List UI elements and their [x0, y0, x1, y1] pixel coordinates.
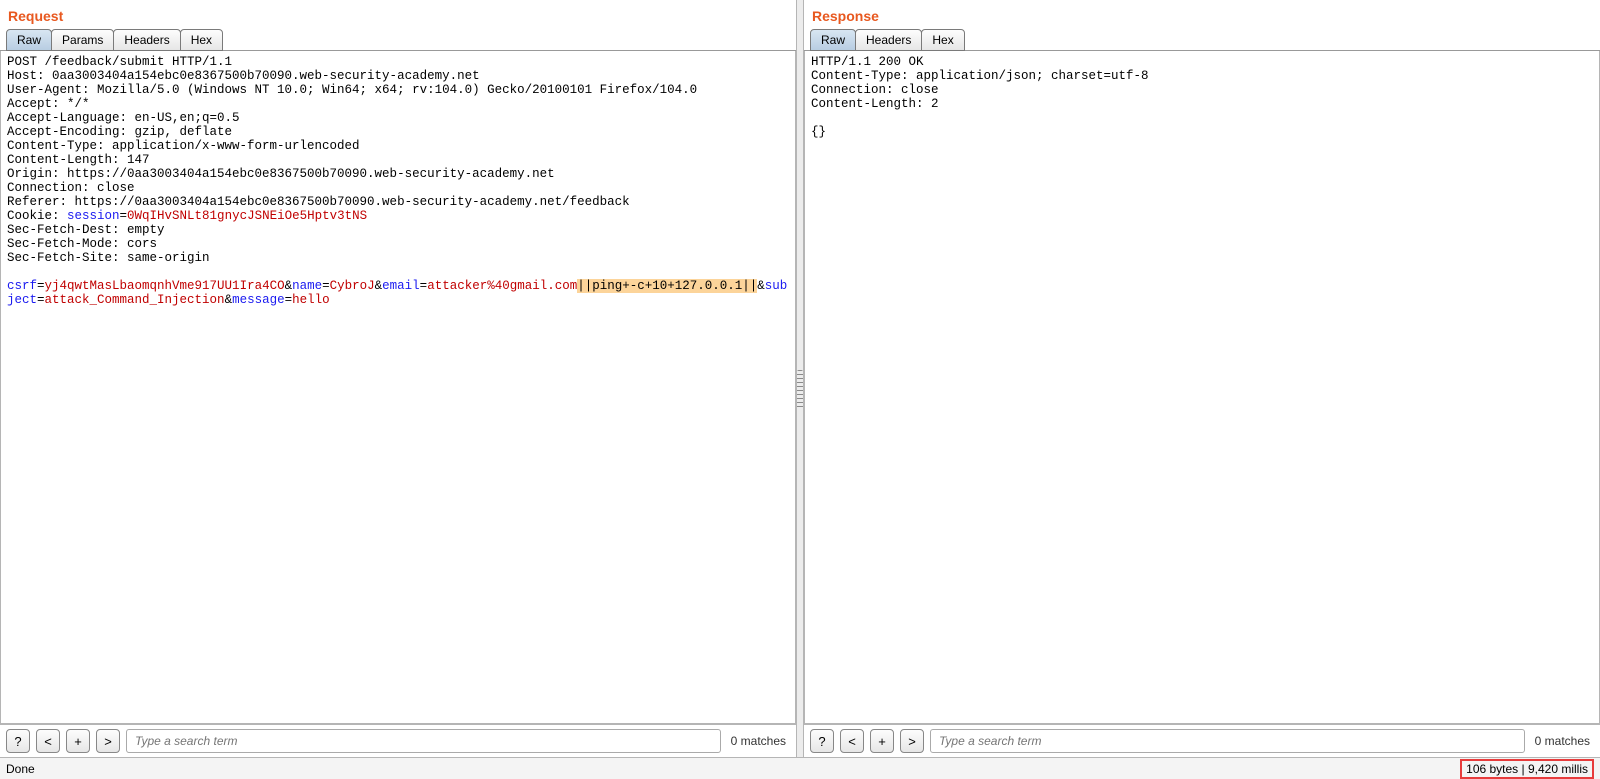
- status-left: Done: [6, 762, 35, 776]
- request-searchbar: ? < + > 0 matches: [0, 724, 796, 757]
- tab-headers[interactable]: Headers: [113, 29, 180, 51]
- cookie-value: 0WqIHvSNLt81gnycJSNEiOe5Hptv3tNS: [127, 209, 367, 223]
- request-editor[interactable]: POST /feedback/submit HTTP/1.1 Host: 0aa…: [1, 51, 795, 723]
- tab-hex[interactable]: Hex: [180, 29, 223, 51]
- request-pane: Request Raw Params Headers Hex POST /fee…: [0, 0, 796, 779]
- help-button[interactable]: ?: [810, 729, 834, 753]
- next-match-button[interactable]: >: [96, 729, 120, 753]
- tab-raw[interactable]: Raw: [6, 29, 52, 51]
- response-text: HTTP/1.1 200 OK Content-Type: applicatio…: [811, 55, 1149, 139]
- next-match-button[interactable]: >: [900, 729, 924, 753]
- response-tabs: Raw Headers Hex: [804, 28, 1600, 51]
- injected-payload: ||ping+-c+10+127.0.0.1||: [577, 279, 757, 293]
- status-bar: Done 106 bytes | 9,420 millis: [0, 757, 1600, 779]
- request-match-count: 0 matches: [727, 734, 790, 748]
- add-button[interactable]: +: [66, 729, 90, 753]
- request-tabs: Raw Params Headers Hex: [0, 28, 796, 51]
- response-searchbar: ? < + > 0 matches: [804, 724, 1600, 757]
- cookie-name: session: [67, 209, 120, 223]
- tab-hex[interactable]: Hex: [921, 29, 964, 51]
- response-pane: Response Raw Headers Hex HTTP/1.1 200 OK…: [804, 0, 1600, 779]
- request-title: Request: [0, 0, 796, 28]
- add-button[interactable]: +: [870, 729, 894, 753]
- tab-headers[interactable]: Headers: [855, 29, 922, 51]
- request-search-input[interactable]: [126, 729, 721, 753]
- grip-icon: [797, 370, 803, 410]
- status-right: 106 bytes | 9,420 millis: [1460, 759, 1594, 779]
- tab-params[interactable]: Params: [51, 29, 114, 51]
- request-headers-text: POST /feedback/submit HTTP/1.1 Host: 0aa…: [7, 55, 697, 223]
- response-title: Response: [804, 0, 1600, 28]
- pane-splitter[interactable]: [796, 0, 804, 779]
- prev-match-button[interactable]: <: [36, 729, 60, 753]
- help-button[interactable]: ?: [6, 729, 30, 753]
- response-match-count: 0 matches: [1531, 734, 1594, 748]
- response-search-input[interactable]: [930, 729, 1525, 753]
- tab-raw[interactable]: Raw: [810, 29, 856, 51]
- response-editor[interactable]: HTTP/1.1 200 OK Content-Type: applicatio…: [805, 51, 1599, 723]
- prev-match-button[interactable]: <: [840, 729, 864, 753]
